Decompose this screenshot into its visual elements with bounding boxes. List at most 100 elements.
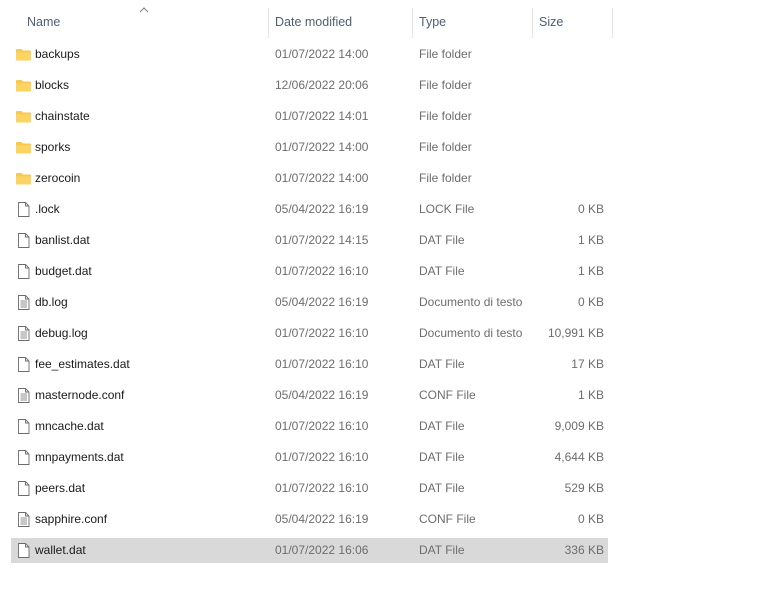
file-type: CONF File (419, 388, 476, 402)
file-date-modified: 01/07/2022 16:10 (275, 326, 369, 340)
file-row[interactable]: zerocoin 01/07/2022 14:00 File folder (11, 166, 608, 191)
file-name: wallet.dat (35, 543, 86, 557)
file-name: debug.log (35, 326, 88, 340)
folder-icon (15, 46, 32, 63)
file-type: File folder (419, 78, 472, 92)
file-size: 1 KB (577, 233, 604, 247)
file-row[interactable]: chainstate 01/07/2022 14:01 File folder (11, 104, 608, 129)
file-date-modified: 01/07/2022 14:00 (275, 140, 369, 154)
file-type: DAT File (419, 419, 465, 433)
column-header-size[interactable]: Size (539, 0, 609, 44)
file-size: 1 KB (577, 264, 604, 278)
file-type: Documento di testo (419, 295, 523, 309)
file-type: DAT File (419, 233, 465, 247)
file-icon (15, 263, 32, 280)
file-row[interactable]: wallet.dat 01/07/2022 16:06 DAT File 336 KB (11, 538, 608, 563)
file-type: File folder (419, 171, 472, 185)
file-icon (15, 542, 32, 559)
text-file-icon (15, 511, 32, 528)
file-name: zerocoin (35, 171, 81, 185)
column-header-date-modified[interactable]: Date modified (275, 0, 410, 44)
file-date-modified: 01/07/2022 16:10 (275, 419, 369, 433)
file-size: 529 KB (564, 481, 604, 495)
file-row[interactable]: db.log 05/04/2022 16:19 Documento di testo… (11, 290, 608, 315)
column-divider[interactable] (612, 8, 613, 38)
file-icon (15, 356, 32, 373)
file-type: LOCK File (419, 202, 475, 216)
file-date-modified: 01/07/2022 16:10 (275, 450, 369, 464)
file-name: budget.dat (35, 264, 92, 278)
file-date-modified: 05/04/2022 16:19 (275, 512, 369, 526)
folder-icon (15, 139, 32, 156)
file-date-modified: 05/04/2022 16:19 (275, 202, 369, 216)
file-name: mnpayments.dat (35, 450, 124, 464)
file-name: fee_estimates.dat (35, 357, 130, 371)
file-row[interactable]: masternode.conf 05/04/2022 16:19 CONF File… (11, 383, 608, 408)
file-row[interactable]: mncache.dat 01/07/2022 16:10 DAT File 9,009… (11, 414, 608, 439)
file-size: 336 KB (564, 543, 604, 557)
file-date-modified: 01/07/2022 16:10 (275, 264, 369, 278)
file-type: DAT File (419, 264, 465, 278)
file-date-modified: 01/07/2022 14:15 (275, 233, 369, 247)
file-icon (15, 232, 32, 249)
file-name: db.log (35, 295, 68, 309)
file-name: mncache.dat (35, 419, 104, 433)
column-divider[interactable] (412, 8, 413, 38)
file-date-modified: 05/04/2022 16:19 (275, 295, 369, 309)
file-name: blocks (35, 78, 70, 92)
file-type: DAT File (419, 357, 465, 371)
file-type: Documento di testo (419, 326, 523, 340)
file-name: .lock (35, 202, 60, 216)
file-type: File folder (419, 47, 472, 61)
folder-icon (15, 170, 32, 187)
file-type: DAT File (419, 543, 465, 557)
file-name: peers.dat (35, 481, 86, 495)
file-icon (15, 418, 32, 435)
file-date-modified: 01/07/2022 14:00 (275, 171, 369, 185)
file-date-modified: 01/07/2022 14:01 (275, 109, 369, 123)
text-file-icon (15, 325, 32, 342)
file-row[interactable]: peers.dat 01/07/2022 16:10 DAT File 529 KB (11, 476, 608, 501)
file-icon (15, 449, 32, 466)
file-name: sapphire.conf (35, 512, 108, 526)
file-size: 0 KB (577, 202, 604, 216)
file-size: 17 KB (571, 357, 604, 371)
file-row[interactable]: sapphire.conf 05/04/2022 16:19 CONF File 0 … (11, 507, 608, 532)
file-type: File folder (419, 140, 472, 154)
column-header-type[interactable]: Type (419, 0, 529, 44)
file-row[interactable]: fee_estimates.dat 01/07/2022 16:10 DAT Fil… (11, 352, 608, 377)
column-divider[interactable] (532, 8, 533, 38)
file-type: File folder (419, 109, 472, 123)
sort-ascending-icon (139, 7, 149, 13)
file-date-modified: 05/04/2022 16:19 (275, 388, 369, 402)
text-file-icon (15, 387, 32, 404)
folder-icon (15, 77, 32, 94)
file-row[interactable]: debug.log 01/07/2022 16:10 Documento di te… (11, 321, 608, 346)
file-size: 0 KB (577, 512, 604, 526)
file-type: DAT File (419, 481, 465, 495)
column-header-bar: Name Date modified Type Size (0, 0, 781, 44)
file-size: 9,009 KB (554, 419, 604, 433)
column-divider[interactable] (268, 8, 269, 38)
file-date-modified: 01/07/2022 16:10 (275, 357, 369, 371)
file-row[interactable]: budget.dat 01/07/2022 16:10 DAT File 1 KB (11, 259, 608, 284)
text-file-icon (15, 294, 32, 311)
file-icon (15, 480, 32, 497)
file-date-modified: 01/07/2022 16:06 (275, 543, 369, 557)
file-row[interactable]: banlist.dat 01/07/2022 14:15 DAT File 1 KB (11, 228, 608, 253)
file-icon (15, 201, 32, 218)
file-type: CONF File (419, 512, 476, 526)
file-row[interactable]: mnpayments.dat 01/07/2022 16:10 DAT File 4,… (11, 445, 608, 470)
file-row[interactable]: backups 01/07/2022 14:00 File folder (11, 42, 608, 67)
file-row[interactable]: sporks 01/07/2022 14:00 File folder (11, 135, 608, 160)
folder-icon (15, 108, 32, 125)
file-size: 1 KB (577, 388, 604, 402)
file-row[interactable]: .lock 05/04/2022 16:19 LOCK File 0 KB (11, 197, 608, 222)
file-row[interactable]: blocks 12/06/2022 20:06 File folder (11, 73, 608, 98)
file-name: chainstate (35, 109, 90, 123)
file-name: backups (35, 47, 80, 61)
file-size: 0 KB (577, 295, 604, 309)
file-date-modified: 01/07/2022 14:00 (275, 47, 369, 61)
file-size: 10,991 KB (547, 326, 604, 340)
file-date-modified: 01/07/2022 16:10 (275, 481, 369, 495)
